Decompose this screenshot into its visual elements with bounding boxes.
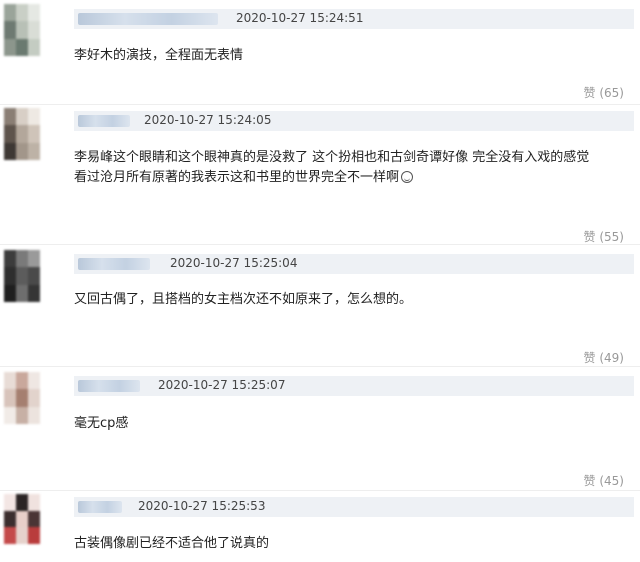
avatar[interactable] [4, 4, 40, 56]
like-button[interactable]: 赞 (65) [584, 84, 624, 101]
username[interactable] [78, 380, 140, 392]
like-count: (49) [599, 351, 624, 365]
comment-time: 2020-10-27 15:25:04 [170, 256, 298, 270]
comment-meta-bar: 2020-10-27 15:24:05 [74, 111, 634, 131]
username[interactable] [78, 115, 130, 127]
like-button[interactable]: 赞 (45) [584, 472, 624, 489]
comment-text: 又回古偶了，且搭档的女主档次还不如原来了，怎么想的。 [74, 290, 412, 310]
comment-text-line: 又回古偶了，且搭档的女主档次还不如原来了，怎么想的。 [74, 292, 413, 307]
smile-emoji-icon [401, 171, 414, 183]
like-label: 赞 [583, 351, 596, 365]
avatar[interactable] [4, 108, 40, 160]
like-count: (65) [599, 86, 624, 100]
comment-time: 2020-10-27 15:24:05 [144, 113, 272, 127]
comment-text-line: 李好木的演技，全程面无表情 [74, 48, 244, 63]
comment-text-line: 毫无cp感 [74, 416, 129, 431]
like-label: 赞 [583, 86, 596, 100]
avatar[interactable] [4, 494, 40, 544]
comment-text: 毫无cp感 [74, 414, 128, 434]
username[interactable] [78, 501, 122, 513]
comment-item: 2020-10-27 15:25:53 古装偶像剧已经不适合他了说真的 [0, 490, 640, 562]
like-label: 赞 [583, 230, 596, 244]
comment-time: 2020-10-27 15:25:53 [138, 499, 266, 513]
comment-time: 2020-10-27 15:24:51 [236, 11, 364, 25]
like-count: (45) [599, 474, 624, 488]
comment-meta-bar: 2020-10-27 15:25:53 [74, 497, 634, 517]
comment-text: 古装偶像剧已经不适合他了说真的 [74, 534, 269, 554]
comment-text: 李易峰这个眼睛和这个眼神真的是没救了 这个扮相也和古剑奇谭好像 完全没有入戏的感… [74, 148, 589, 188]
comment-item: 2020-10-27 15:25:04 又回古偶了，且搭档的女主档次还不如原来了… [0, 244, 640, 366]
avatar[interactable] [4, 250, 40, 302]
avatar[interactable] [4, 372, 40, 424]
comment-meta-bar: 2020-10-27 15:24:51 [74, 9, 634, 29]
comment-text-line: 古装偶像剧已经不适合他了说真的 [74, 536, 270, 551]
comment-item: 2020-10-27 15:24:05 李易峰这个眼睛和这个眼神真的是没救了 这… [0, 104, 640, 244]
like-button[interactable]: 赞 (49) [584, 349, 624, 366]
comment-meta-bar: 2020-10-27 15:25:07 [74, 376, 634, 396]
like-button[interactable]: 赞 (55) [584, 228, 624, 245]
comment-text-line: 看过沧月所有原著的我表示这和书里的世界完全不一样啊 [74, 170, 400, 185]
comment-meta-bar: 2020-10-27 15:25:04 [74, 254, 634, 274]
comment-text: 李好木的演技，全程面无表情 [74, 46, 243, 66]
username[interactable] [78, 258, 150, 270]
like-label: 赞 [583, 474, 596, 488]
comment-time: 2020-10-27 15:25:07 [158, 378, 286, 392]
comment-item: 2020-10-27 15:25:07 毫无cp感 赞 (45) [0, 366, 640, 490]
username[interactable] [78, 13, 218, 25]
comment-item: 2020-10-27 15:24:51 李好木的演技，全程面无表情 赞 (65) [0, 0, 640, 118]
like-count: (55) [599, 230, 624, 244]
comment-text-line: 李易峰这个眼睛和这个眼神真的是没救了 这个扮相也和古剑奇谭好像 完全没有入戏的感… [74, 150, 590, 165]
